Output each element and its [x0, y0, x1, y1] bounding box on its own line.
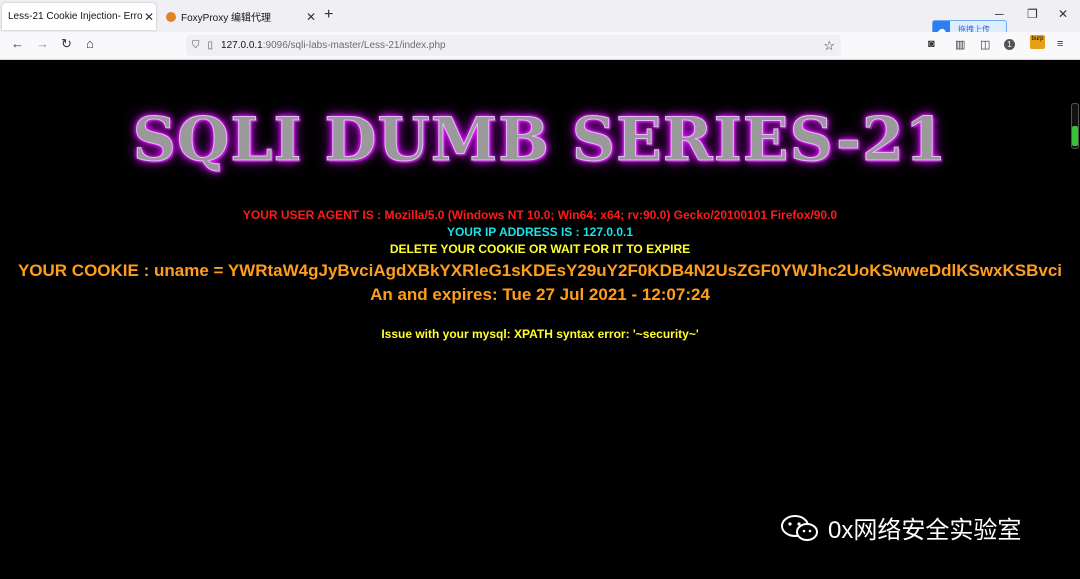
cookie-text: YOUR COOKIE : uname = YWRtaW4gJyBvciAgdX…	[17, 261, 1063, 304]
ip-address-text: YOUR IP ADDRESS IS : 127.0.0.1	[446, 225, 634, 239]
url-host: 127.0.0.1	[221, 40, 263, 51]
extension-badge[interactable]: 1	[1004, 39, 1015, 50]
restore-icon[interactable]: ❐	[1027, 7, 1038, 21]
reload-icon[interactable]: ↻	[61, 36, 72, 52]
tab-strip: Less-21 Cookie Injection- Error B ✕ Foxy…	[0, 0, 1080, 39]
home-icon[interactable]: ⌂	[86, 36, 94, 51]
minimize-icon[interactable]: ─	[995, 7, 1004, 21]
foxyproxy-icon	[166, 11, 176, 22]
forward-icon[interactable]: →	[36, 36, 49, 51]
menu-icon[interactable]: ≡	[1057, 38, 1063, 50]
pocket-icon[interactable]: ◙	[928, 38, 935, 50]
url-path: :9096/sqli-labs-master/Less-21/index.php	[262, 40, 446, 51]
nav-bar: ← → ↻ ⌂ ⛉ ▯ 127.0.0.1:9096/sqli-labs-mas…	[0, 32, 1080, 60]
back-icon[interactable]: ←	[11, 36, 24, 51]
close-tab-icon[interactable]: ✕	[304, 10, 318, 24]
url-bar[interactable]: ⛉ ▯ 127.0.0.1:9096/sqli-labs-master/Less…	[186, 35, 841, 56]
tab-less21[interactable]: Less-21 Cookie Injection- Error B ✕	[2, 3, 156, 30]
page-title: SQLI DUMB SERIES-21	[132, 105, 948, 176]
delete-cookie-notice: DELETE YOUR COOKIE OR WAIT FOR IT TO EXP…	[389, 242, 691, 256]
sidebar-icon[interactable]: ◫	[980, 38, 990, 51]
burp-icon[interactable]: burp	[1030, 35, 1045, 49]
watermark: 0x网络安全实验室	[780, 510, 1021, 545]
tab-foxyproxy[interactable]: FoxyProxy 编辑代理 ✕	[158, 3, 318, 30]
library-icon[interactable]: ▥	[955, 38, 965, 51]
bookmark-star-icon[interactable]: ☆	[823, 38, 835, 54]
wechat-icon	[781, 514, 818, 541]
watermark-text: 0x网络安全实验室	[828, 517, 1022, 544]
new-tab-icon[interactable]: +	[324, 6, 333, 24]
user-agent-text: YOUR USER AGENT IS : Mozilla/5.0 (Window…	[242, 208, 838, 222]
close-tab-icon[interactable]: ✕	[142, 10, 156, 24]
page-icon: ▯	[207, 40, 214, 51]
tab-label: FoxyProxy 编辑代理	[181, 13, 272, 24]
tab-label: Less-21 Cookie Injection- Error B	[8, 11, 142, 22]
shield-icon: ⛉	[192, 40, 200, 51]
close-window-icon[interactable]: ✕	[1058, 7, 1068, 21]
mysql-error-text: Issue with your mysql: XPATH syntax erro…	[381, 327, 699, 341]
